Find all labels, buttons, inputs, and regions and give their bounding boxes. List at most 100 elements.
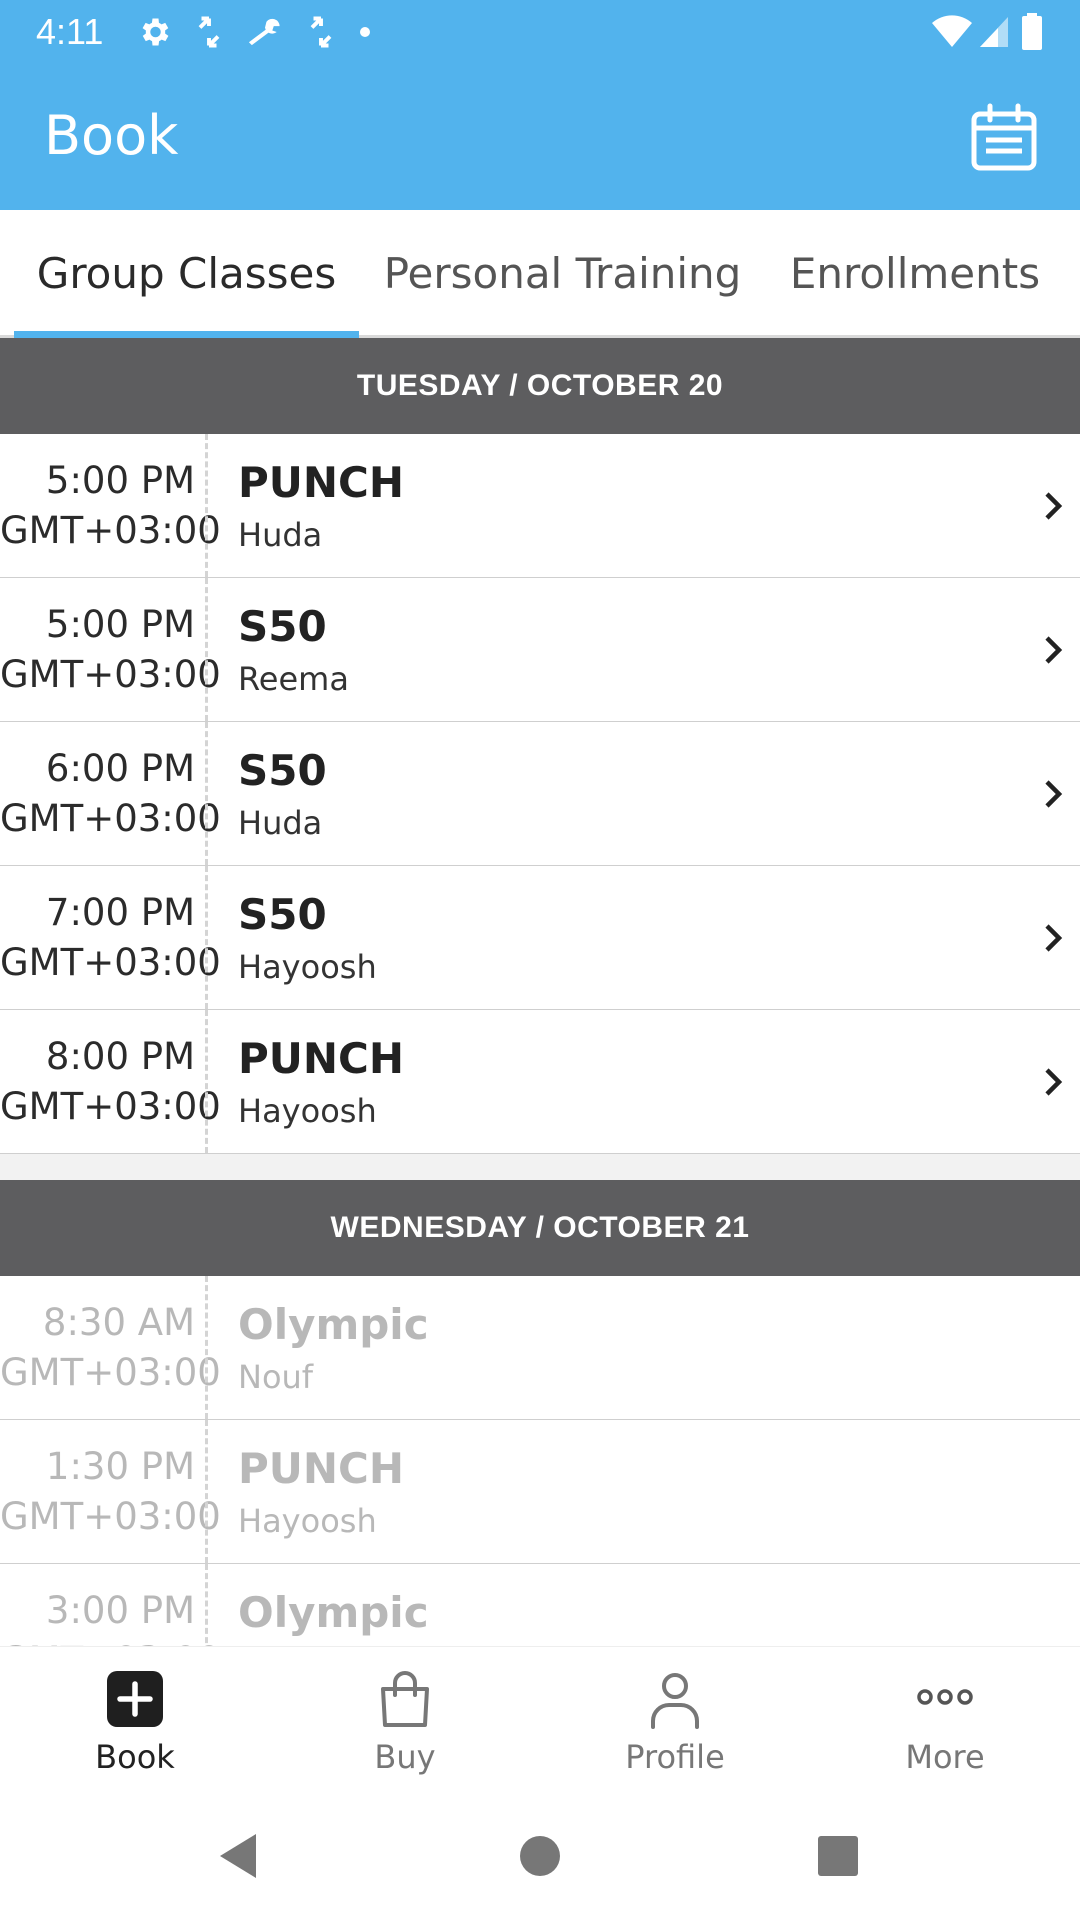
tab-personal-training[interactable]: Personal Training xyxy=(375,210,750,335)
time-divider xyxy=(205,434,208,577)
plus-square-icon xyxy=(107,1671,163,1727)
class-row[interactable]: 7:00 PM GMT+03:00 S50 Hayoosh xyxy=(0,866,1080,1010)
class-instructor: Nouf xyxy=(238,1358,314,1396)
bottom-navigation: Book Buy Profile More xyxy=(0,1646,1080,1791)
class-timezone: GMT+03:00 xyxy=(0,509,221,552)
class-start-time: 5:00 PM xyxy=(45,459,195,502)
class-schedule-list[interactable]: TUESDAY / OCTOBER 20 5:00 PM GMT+03:00 P… xyxy=(0,338,1080,1646)
time-divider xyxy=(205,722,208,865)
time-divider xyxy=(205,866,208,1009)
class-timezone: GMT+03:00 xyxy=(0,1351,221,1394)
tab-bar: Group Classes Personal Training Enrollme… xyxy=(0,210,1080,338)
class-time: 1:30 PM GMT+03:00 xyxy=(0,1442,221,1542)
chevron-right-icon xyxy=(1045,923,1063,952)
class-instructor: Reema xyxy=(238,660,349,698)
status-time: 4:11 xyxy=(36,11,104,52)
class-timezone: GMT+03:00 xyxy=(0,653,221,696)
class-time: 8:00 PM GMT+03:00 xyxy=(0,1032,221,1132)
back-icon[interactable] xyxy=(210,1828,266,1884)
nav-item-more[interactable]: More xyxy=(810,1647,1080,1791)
day-header: TUESDAY / OCTOBER 20 xyxy=(0,338,1080,434)
class-row: 1:30 PM GMT+03:00 PUNCH Hayoosh xyxy=(0,1420,1080,1564)
time-divider xyxy=(205,1564,208,1646)
class-start-time: 5:00 PM xyxy=(45,603,195,646)
tab-group-classes[interactable]: Group Classes xyxy=(14,210,359,335)
class-time: 5:00 PM GMT+03:00 xyxy=(0,456,221,556)
sync-icon xyxy=(310,16,332,48)
day-header: WEDNESDAY / OCTOBER 21 xyxy=(0,1180,1080,1276)
class-row[interactable]: 8:00 PM GMT+03:00 PUNCH Hayoosh xyxy=(0,1010,1080,1154)
status-icons-right xyxy=(932,12,1044,52)
tab-indicator xyxy=(14,331,359,338)
chevron-right-icon xyxy=(1045,491,1063,520)
nav-label: Book xyxy=(95,1738,175,1776)
class-name: Olympic xyxy=(238,1300,429,1349)
signal-icon xyxy=(980,17,1008,47)
shopping-bag-icon xyxy=(381,1671,429,1727)
class-instructor: Hayoosh xyxy=(238,1502,377,1540)
chevron-right-icon xyxy=(1045,1067,1063,1096)
class-time: 6:00 PM GMT+03:00 xyxy=(0,744,221,844)
tab-enrollments[interactable]: Enrollments xyxy=(780,210,1050,335)
class-time: 8:30 AM GMT+03:00 xyxy=(0,1298,221,1398)
class-timezone: GMT+03:00 xyxy=(0,797,221,840)
class-time: 7:00 PM GMT+03:00 xyxy=(0,888,221,988)
class-info: S50 Huda xyxy=(238,744,327,846)
class-name: S50 xyxy=(238,890,327,939)
status-bar: 4:11 xyxy=(0,0,1080,64)
class-name: PUNCH xyxy=(238,458,405,507)
page-title: Book xyxy=(44,104,179,167)
nav-item-book[interactable]: Book xyxy=(0,1647,270,1791)
wifi-icon xyxy=(932,15,972,47)
time-divider xyxy=(205,1010,208,1153)
class-name: S50 xyxy=(238,746,327,795)
class-time: 5:00 PM GMT+03:00 xyxy=(0,600,221,700)
home-icon[interactable] xyxy=(512,1828,568,1884)
calendar-icon[interactable] xyxy=(968,102,1040,174)
class-instructor: Huda xyxy=(238,804,323,842)
class-name: S50 xyxy=(238,602,327,651)
class-row: 8:30 AM GMT+03:00 Olympic Nouf xyxy=(0,1276,1080,1420)
class-row[interactable]: 5:00 PM GMT+03:00 S50 Reema xyxy=(0,578,1080,722)
class-info: PUNCH Hayoosh xyxy=(238,1442,404,1544)
class-info: S50 Hayoosh xyxy=(238,888,377,990)
class-name: PUNCH xyxy=(238,1034,405,1083)
class-instructor: Hayoosh xyxy=(238,948,377,986)
day-separator xyxy=(0,1154,1080,1180)
nav-item-buy[interactable]: Buy xyxy=(270,1647,540,1791)
nav-item-profile[interactable]: Profile xyxy=(540,1647,810,1791)
system-navigation-bar xyxy=(0,1790,1080,1920)
class-name: PUNCH xyxy=(238,1444,405,1493)
chevron-right-icon xyxy=(1045,635,1063,664)
status-icons-left xyxy=(136,12,372,52)
nav-label: Buy xyxy=(374,1738,436,1776)
class-info: Olympic Nouf xyxy=(238,1298,429,1400)
class-row[interactable]: 5:00 PM GMT+03:00 PUNCH Huda xyxy=(0,434,1080,578)
class-start-time: 8:30 AM xyxy=(42,1301,195,1344)
class-start-time: 6:00 PM xyxy=(45,747,195,790)
class-start-time: 7:00 PM xyxy=(45,891,195,934)
class-info: PUNCH Hayoosh xyxy=(238,1032,404,1134)
time-divider xyxy=(205,578,208,721)
class-timezone: GMT+03:00 xyxy=(0,1636,221,1646)
class-info: S50 Reema xyxy=(238,600,349,702)
recents-icon[interactable] xyxy=(810,1828,866,1884)
wrench-icon xyxy=(248,18,280,46)
screen: 4:11 Book Group Classes Personal Trainin… xyxy=(0,0,1080,1920)
person-icon xyxy=(651,1673,699,1729)
class-name: Olympic xyxy=(238,1588,429,1637)
dot-icon xyxy=(360,27,370,37)
battery-icon xyxy=(1022,13,1042,50)
class-row[interactable]: 6:00 PM GMT+03:00 S50 Huda xyxy=(0,722,1080,866)
class-instructor: Hayoosh xyxy=(238,1092,377,1130)
app-bar: Book xyxy=(0,64,1080,210)
time-divider xyxy=(205,1276,208,1419)
class-timezone: GMT+03:00 xyxy=(0,941,221,984)
gear-icon xyxy=(142,18,169,46)
nav-label: More xyxy=(905,1738,985,1776)
class-time: 3:00 PM GMT+03:00 xyxy=(0,1586,221,1646)
class-info: PUNCH Huda xyxy=(238,456,404,558)
class-row: 3:00 PM GMT+03:00 Olympic xyxy=(0,1564,1080,1646)
nav-label: Profile xyxy=(625,1738,725,1776)
chevron-right-icon xyxy=(1045,779,1063,808)
